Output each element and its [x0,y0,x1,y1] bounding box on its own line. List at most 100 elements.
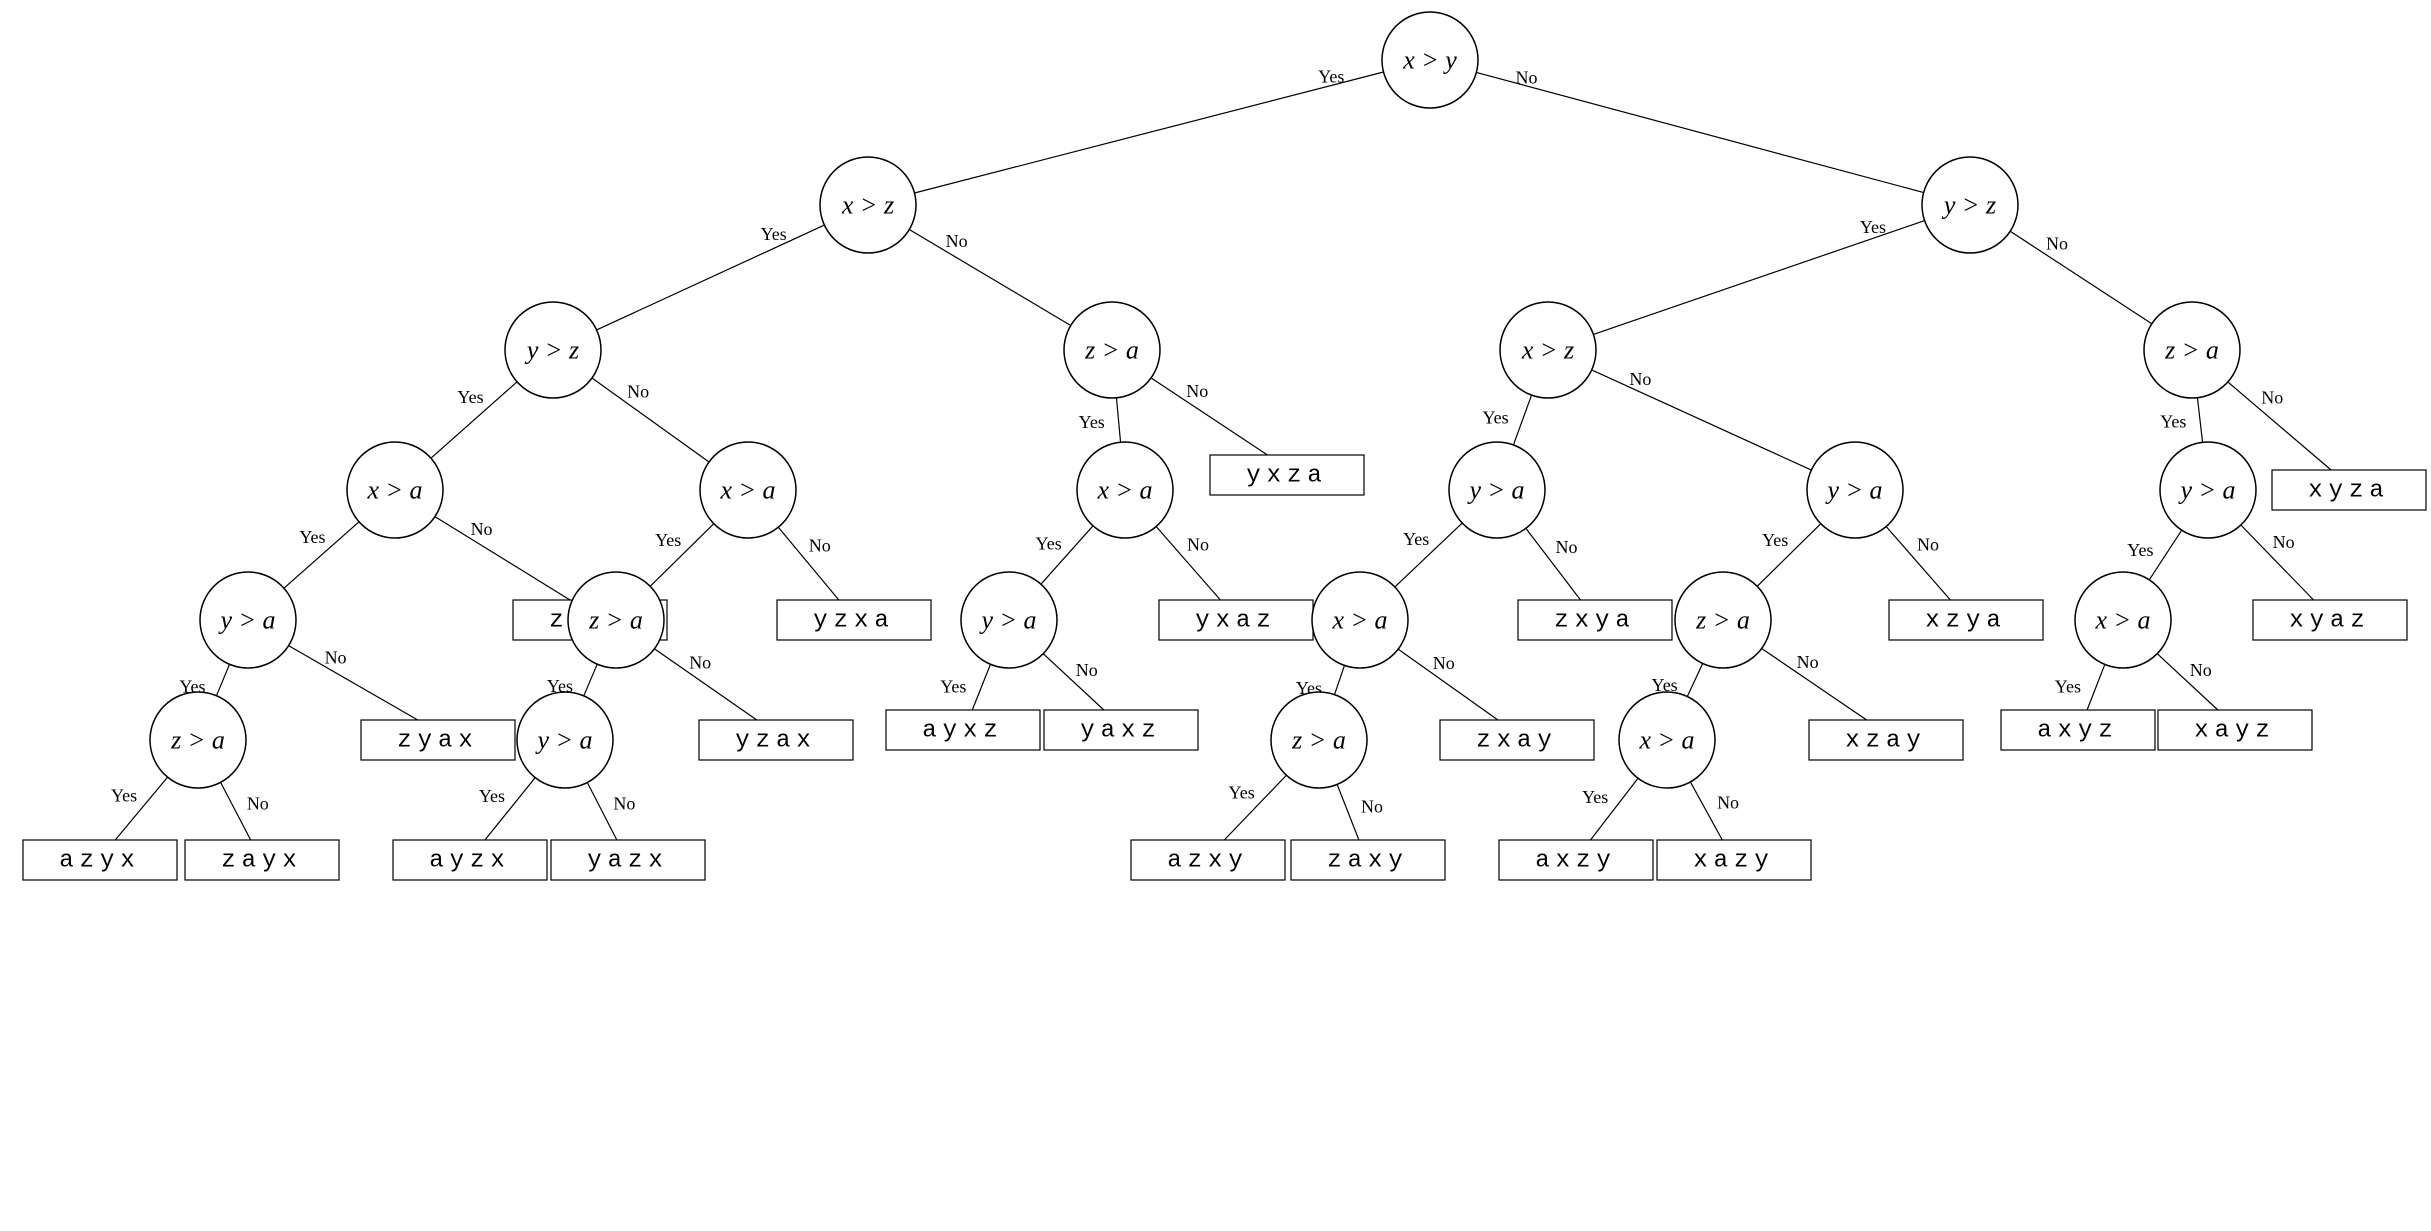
edge-label-no: No [689,653,711,673]
decision-node-label: x > a [2094,606,2150,635]
edge-label-yes: Yes [1482,408,1508,428]
edge [1335,665,1345,694]
decision-node-label: x > z [1521,336,1574,365]
edge [584,664,597,696]
edge-label-no: No [247,793,269,813]
edge-label-no: No [2046,234,2068,254]
edge-label-yes: Yes [1318,67,1344,87]
edge [1151,378,1267,455]
decision-node-label: z > a [1291,726,1346,755]
edge-label-yes: Yes [1860,217,1886,237]
decision-node-label: z > a [1084,336,1139,365]
decision-node-label: x > a [1638,726,1694,755]
edge [2197,398,2202,443]
edge-label-no: No [1361,797,1383,817]
leaf-node-label: xyaz [2289,608,2371,635]
leaf-node-label: yzax [735,728,817,755]
decision-tree: Yes No Yes No Yes No Yes No Yes No Yes No Yes No Yes No… [0,0,2431,1231]
edge-label-yes: Yes [2127,540,2153,560]
leaf-node-label: yaxz [1080,718,1162,745]
edge-label-yes: Yes [2055,677,2081,697]
edge-label-yes: Yes [1079,412,1105,432]
leaf-node-label: azyx [59,848,141,875]
leaf-node-label: zayx [221,848,303,875]
decision-node-label: x > z [841,191,894,220]
edge-label-no: No [1076,660,1098,680]
decision-node-label: y > z [1941,191,1996,220]
edge [2087,664,2105,710]
edge-label-yes: Yes [457,387,483,407]
edge [1476,72,1923,192]
decision-node-label: z > a [588,606,643,635]
decision-node-label: y > a [2177,476,2235,505]
edge-label-no: No [2261,387,2283,407]
edge-label-yes: Yes [940,676,966,696]
edge-label-yes: Yes [299,527,325,547]
edge-label-no: No [946,231,968,251]
decision-node-label: z > a [2164,336,2219,365]
leaf-node-label: ayxz [922,718,1004,745]
leaf-node-label: zxya [1554,608,1636,635]
edge-label-yes: Yes [111,785,137,805]
leaf-node-label: yzxa [813,608,895,635]
edge [1592,370,1812,470]
decision-node-label: y > a [217,606,275,635]
decision-node-label: y > a [1466,476,1524,505]
decision-node-label: x > a [366,476,422,505]
leaf-node-label: xzay [1845,728,1927,755]
edge-label-yes: Yes [2160,412,2186,432]
edge [2010,231,2152,324]
decision-node-label: x > a [1096,476,1152,505]
edge-label-no: No [1187,534,1209,554]
edge-label-yes: Yes [1762,530,1788,550]
decision-node-label: z > a [170,726,225,755]
leaf-node-label: yxaz [1195,608,1277,635]
leaf-node-label: yazx [587,848,669,875]
edge-label-no: No [809,535,831,555]
edge-label-yes: Yes [479,786,505,806]
edge [592,378,709,462]
edge-label-no: No [2273,532,2295,552]
leaf-node-label: xzya [1925,608,2007,635]
edge [597,225,825,330]
edge [914,72,1383,193]
edge-label-no: No [1629,369,1651,389]
edge-label-yes: Yes [1036,533,1062,553]
leaf-node-label: xayz [2194,718,2276,745]
decision-node-label: x > a [719,476,775,505]
edge-label-yes: Yes [1229,782,1255,802]
leaf-node-label: axyz [2037,718,2119,745]
edge-label-no: No [1186,381,1208,401]
edge [972,664,990,710]
edge-label-yes: Yes [761,224,787,244]
edge [435,517,570,600]
decision-node-label: y > a [534,726,592,755]
leaf-node-label: axzy [1535,848,1617,875]
edge [1116,398,1120,442]
edge-label-no: No [1515,67,1537,87]
edge-label-no: No [1717,793,1739,813]
edge-label-no: No [1797,652,1819,672]
leaf-node-label: xazy [1693,848,1775,875]
edge-label-no: No [471,519,493,539]
decision-node-label: y > a [978,606,1036,635]
decision-node-label: y > a [1824,476,1882,505]
decision-node-label: x > y [1402,46,1457,75]
edge-label-no: No [613,794,635,814]
leaf-node-label: azxy [1167,848,1249,875]
leaf-node-label: xyza [2308,478,2390,505]
leaf-node-label: yxza [1246,463,1328,490]
leaf-node-label: zaxy [1327,848,1409,875]
decision-node-label: y > z [524,336,579,365]
edge [1687,663,1702,696]
edge [216,664,229,695]
edge [289,646,418,720]
edge-label-no: No [1556,537,1578,557]
edge [2149,530,2181,580]
leaf-node-label: ayzx [429,848,511,875]
edge [1513,395,1531,445]
decision-node-label: z > a [1695,606,1750,635]
edge-label-no: No [1917,534,1939,554]
edge [909,230,1070,326]
leaf-node-label: zyax [397,728,479,755]
